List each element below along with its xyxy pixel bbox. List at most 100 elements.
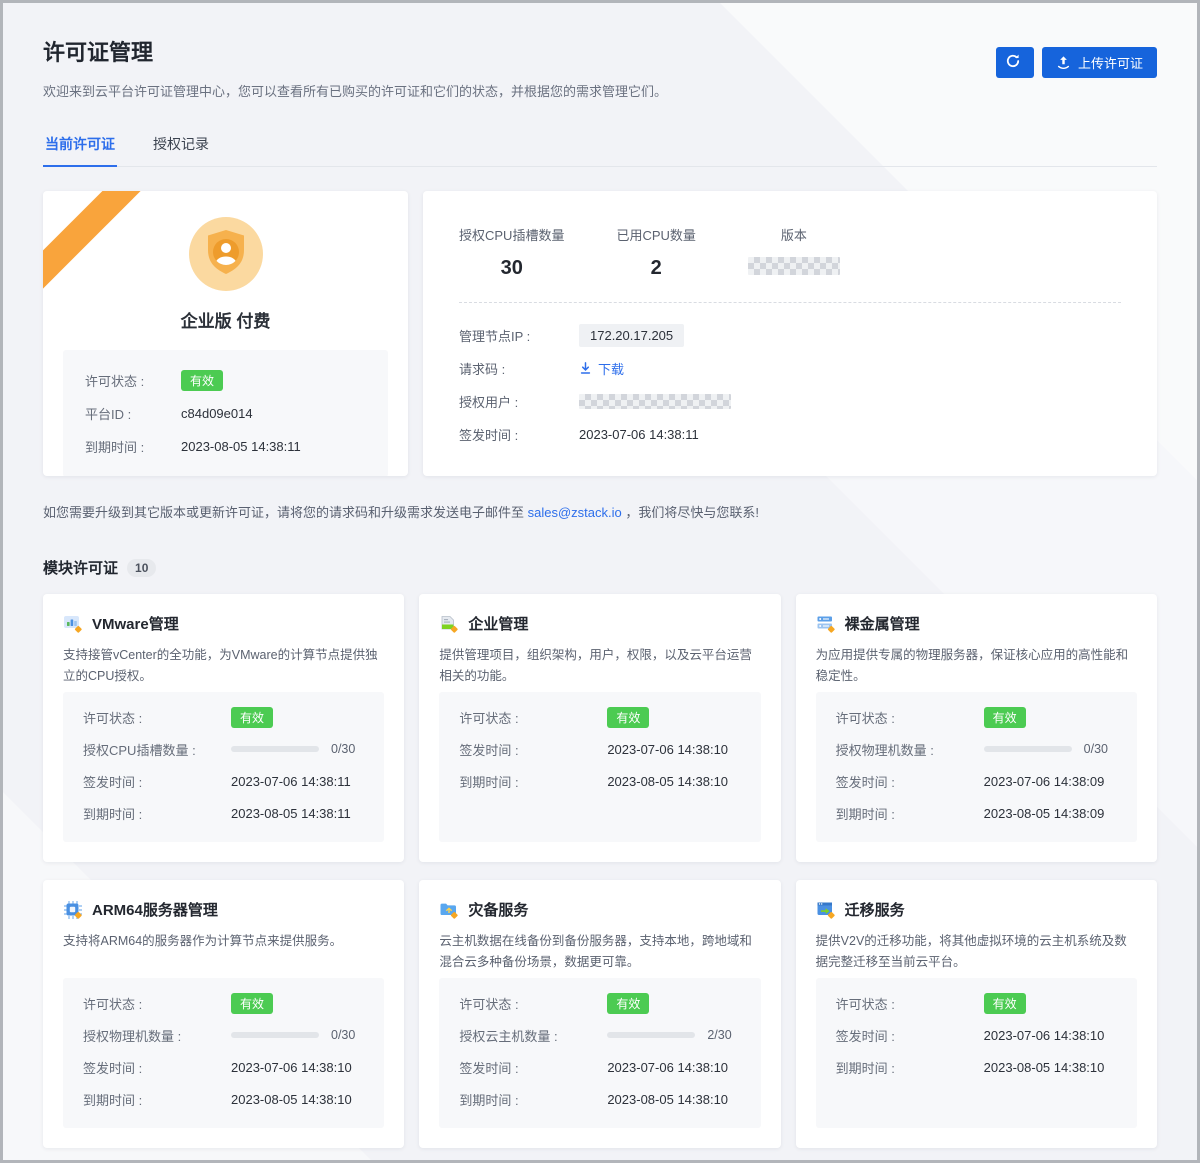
quota-text: 0/30 — [331, 1028, 355, 1042]
page-subtitle: 欢迎来到云平台许可证管理中心，您可以查看所有已购买的许可证和它们的状态，并根据您… — [43, 81, 1157, 100]
status-badge: 有效 — [231, 707, 273, 728]
module-description: 提供V2V的迁移功能，将其他虚拟环境的云主机系统及数据完整迁移至当前云平台。 — [816, 931, 1137, 972]
module-card-arm64: ARM64服务器管理 支持将ARM64的服务器作为计算节点来提供服务。 许可状态… — [43, 880, 404, 1148]
expire-value: 2023-08-05 14:38:09 — [984, 806, 1105, 821]
upload-button-label: 上传许可证 — [1078, 53, 1143, 72]
tab-auth-history[interactable]: 授权记录 — [151, 126, 211, 166]
divider — [459, 302, 1121, 303]
request-code-label: 请求码 — [459, 362, 498, 377]
module-title: 企业管理 — [468, 613, 528, 634]
module-description: 为应用提供专属的物理服务器，保证核心应用的高性能和稳定性。 — [816, 645, 1137, 686]
platform-id-value: c84d09e014 — [181, 406, 253, 421]
module-card-enterprise: 企业管理 提供管理项目，组织架构，用户，权限，以及云平台运营相关的功能。 许可状… — [419, 594, 780, 862]
mgmt-ip-value: 172.20.17.205 — [579, 324, 684, 347]
expire-label: 到期时间 — [459, 1093, 511, 1108]
module-info-panel: 许可状态 : 有效 签发时间 : 2023-07-06 14:38:10 到期时… — [439, 692, 760, 842]
refresh-icon — [1005, 53, 1025, 73]
module-description: 提供管理项目，组织架构，用户，权限，以及云平台运营相关的功能。 — [439, 645, 760, 686]
expire-time-label: 到期时间 — [85, 440, 137, 455]
enterprise-icon — [439, 614, 459, 634]
issue-value: 2023-07-06 14:38:10 — [984, 1028, 1105, 1043]
auth-user-row: 授权用户 : — [459, 389, 1121, 414]
toolbar: 上传许可证 — [996, 47, 1157, 78]
upgrade-note: 如您需要升级到其它版本或更新许可证，请将您的请求码和升级需求发送电子邮件至 sa… — [43, 502, 1157, 521]
module-description: 支持将ARM64的服务器作为计算节点来提供服务。 — [63, 931, 384, 952]
module-cards-grid: VMware管理 支持接管vCenter的全功能，为VMware的计算节点提供独… — [43, 594, 1157, 1148]
colon: : — [174, 1029, 181, 1044]
quota-text: 2/30 — [707, 1028, 731, 1042]
status-badge: 有效 — [984, 707, 1026, 728]
colon: : — [511, 775, 518, 790]
status-badge: 有效 — [984, 993, 1026, 1014]
migration-icon — [816, 900, 836, 920]
colon: : — [888, 711, 895, 726]
download-link-label: 下载 — [598, 359, 624, 378]
colon: : — [511, 1061, 518, 1076]
issue-value: 2023-07-06 14:38:10 — [607, 742, 728, 757]
modules-section-title: 模块许可证 — [43, 557, 118, 578]
colon: : — [927, 743, 934, 758]
modules-section-header: 模块许可证 10 — [43, 557, 1157, 578]
license-details-card: 授权CPU插槽数量 30 已用CPU数量 2 版本 管理节点IP : 1 — [423, 191, 1157, 476]
platform-id-label: 平台ID — [85, 407, 124, 422]
version-stat: 版本 — [748, 225, 840, 280]
colon: : — [888, 807, 895, 822]
cpu-socket-value: 30 — [459, 257, 564, 280]
issue-label: 签发时间 — [459, 1061, 511, 1076]
expire-label: 到期时间 — [836, 1061, 888, 1076]
upload-license-button[interactable]: 上传许可证 — [1042, 47, 1157, 78]
license-summary-card: 企业版 付费 许可状态 : 有效 平台ID : c84d09e014 到期时间 … — [43, 191, 408, 476]
arm64-chip-icon — [63, 900, 83, 920]
tab-current-license[interactable]: 当前许可证 — [43, 126, 117, 167]
issue-time-value: 2023-07-06 14:38:11 — [579, 427, 699, 442]
module-card-baremetal: 裸金属管理 为应用提供专属的物理服务器，保证核心应用的高性能和稳定性。 许可状态… — [796, 594, 1157, 862]
status-badge: 有效 — [607, 707, 649, 728]
status-badge: 有效 — [607, 993, 649, 1014]
license-status-label: 许可状态 — [85, 374, 137, 389]
issue-label: 签发时间 — [836, 775, 888, 790]
expire-label: 到期时间 — [83, 807, 135, 822]
auth-user-label: 授权用户 — [459, 395, 511, 410]
module-info-panel: 许可状态 : 有效 授权云主机数量 : 2/30 签发时间 : 2023-07-… — [439, 978, 760, 1128]
colon: : — [135, 807, 142, 822]
colon: : — [550, 1029, 557, 1044]
expire-value: 2023-08-05 14:38:10 — [607, 774, 728, 789]
module-info-panel: 许可状态 : 有效 签发时间 : 2023-07-06 14:38:10 到期时… — [816, 978, 1137, 1128]
quota-label: 授权CPU插槽数量 — [83, 743, 188, 758]
colon: : — [135, 1061, 142, 1076]
colon: : — [511, 997, 518, 1012]
issue-time-label: 签发时间 — [459, 428, 511, 443]
colon: : — [135, 997, 142, 1012]
cpu-socket-stat: 授权CPU插槽数量 30 — [459, 225, 564, 280]
issue-value: 2023-07-06 14:38:11 — [231, 774, 351, 789]
colon: : — [135, 1093, 142, 1108]
refresh-button[interactable] — [996, 47, 1034, 78]
license-edition: 企业版 付费 — [63, 307, 388, 332]
expire-value: 2023-08-05 14:38:11 — [231, 806, 351, 821]
status-badge: 有效 — [181, 370, 223, 391]
status-label: 许可状态 — [459, 997, 511, 1012]
issue-label: 签发时间 — [459, 743, 511, 758]
used-cpu-label: 已用CPU数量 — [616, 225, 695, 244]
status-label: 许可状态 — [83, 997, 135, 1012]
colon: : — [135, 711, 142, 726]
mgmt-ip-row: 管理节点IP : 172.20.17.205 — [459, 323, 1121, 348]
expire-label: 到期时间 — [459, 775, 511, 790]
download-request-code-link[interactable]: 下载 — [579, 359, 624, 378]
module-description: 支持接管vCenter的全功能，为VMware的计算节点提供独立的CPU授权。 — [63, 645, 384, 686]
issue-label: 签发时间 — [83, 775, 135, 790]
colon: : — [888, 1061, 895, 1076]
colon: : — [888, 997, 895, 1012]
version-value-redacted — [748, 257, 840, 275]
colon: : — [511, 428, 518, 443]
module-info-panel: 许可状态 : 有效 授权CPU插槽数量 : 0/30 签发时间 : 2023-0… — [63, 692, 384, 842]
expire-value: 2023-08-05 14:38:10 — [231, 1092, 352, 1107]
issue-value: 2023-07-06 14:38:10 — [231, 1060, 352, 1075]
colon: : — [511, 743, 518, 758]
status-label: 许可状态 — [836, 997, 888, 1012]
quota-progress: 2/30 — [607, 1028, 731, 1042]
expire-time-value: 2023-08-05 14:38:11 — [181, 439, 301, 454]
sales-email-link[interactable]: sales@zstack.io — [528, 505, 622, 520]
license-info-box: 许可状态 : 有效 平台ID : c84d09e014 到期时间 : 2023-… — [63, 350, 388, 476]
colon: : — [888, 1029, 895, 1044]
